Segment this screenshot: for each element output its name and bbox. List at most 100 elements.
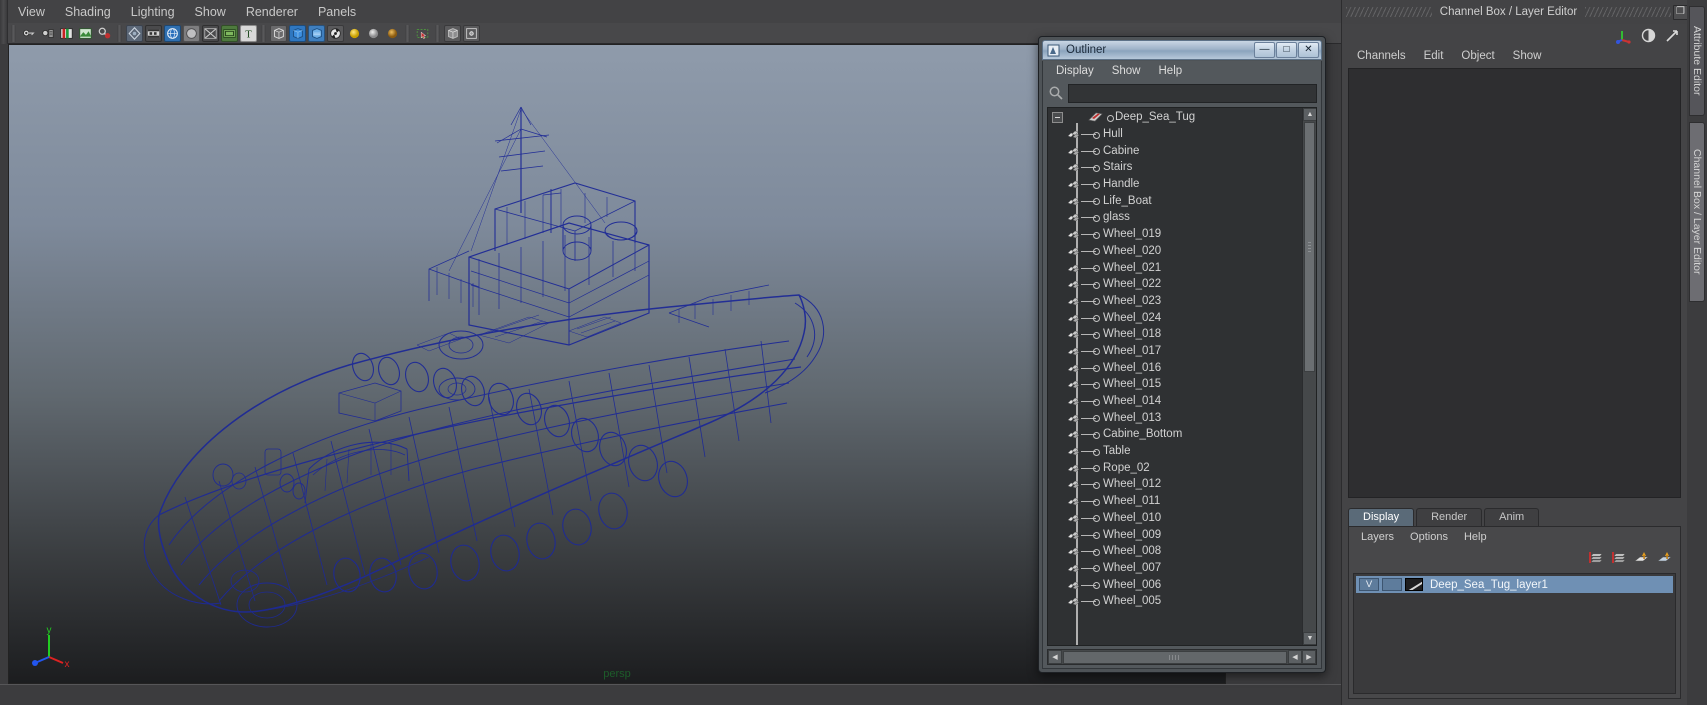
outliner-menu-show[interactable]: Show — [1103, 64, 1150, 78]
channelbox-menu-edit[interactable]: Edit — [1415, 49, 1453, 63]
outliner-item-row[interactable]: Wheel_019 — [1048, 226, 1302, 243]
outliner-horizontal-scrollbar[interactable]: ◀ ◀ ▶ — [1047, 649, 1317, 665]
panel-menu-shading[interactable]: Shading — [55, 3, 121, 21]
outliner-item-row[interactable]: Handle — [1048, 176, 1302, 193]
panel-drag-grip[interactable] — [0, 0, 8, 23]
outliner-item-row[interactable]: Cabine — [1048, 142, 1302, 159]
safe-title-icon[interactable]: T — [240, 24, 257, 42]
select-camera-icon[interactable] — [20, 25, 37, 42]
outliner-tree-container[interactable]: Deep_Sea_Tug Hull Cabine Stairs Handle Life_… — [1047, 107, 1317, 646]
layer-color-swatch[interactable] — [1405, 578, 1423, 591]
layer-menu-options[interactable]: Options — [1402, 530, 1456, 544]
horizontal-scroll-thumb[interactable] — [1063, 650, 1287, 664]
outliner-item-row[interactable]: glass — [1048, 209, 1302, 226]
layer-menu-help[interactable]: Help — [1456, 530, 1495, 544]
use-default-lighting-icon[interactable] — [346, 25, 363, 42]
layer-playback-toggle[interactable] — [1382, 578, 1402, 591]
layer-list[interactable]: V Deep_Sea_Tug_layer1 — [1353, 573, 1676, 694]
outliner-item-row[interactable]: Wheel_024 — [1048, 309, 1302, 326]
layer-name[interactable]: Deep_Sea_Tug_layer1 — [1430, 579, 1548, 591]
outliner-item-row[interactable]: Table — [1048, 443, 1302, 460]
outliner-root-row[interactable]: Deep_Sea_Tug — [1048, 109, 1302, 126]
search-icon[interactable] — [1047, 84, 1065, 102]
shadows-icon[interactable] — [384, 25, 401, 42]
outliner-item-row[interactable]: Wheel_016 — [1048, 359, 1302, 376]
tab-display[interactable]: Display — [1348, 508, 1415, 526]
panel-menu-lighting[interactable]: Lighting — [121, 3, 185, 21]
right-panel-title-bar[interactable]: Channel Box / Layer Editor ❐ ✕ — [1342, 0, 1707, 24]
outliner-vertical-scrollbar[interactable]: ▲ ▼ — [1302, 108, 1316, 645]
outliner-item-row[interactable]: Wheel_010 — [1048, 510, 1302, 527]
outliner-item-row[interactable]: Rope_02 — [1048, 459, 1302, 476]
image-plane-icon[interactable] — [77, 25, 94, 42]
xray-joints-icon[interactable] — [463, 24, 480, 42]
new-layer-icon[interactable] — [1588, 550, 1605, 565]
safe-action-icon[interactable] — [221, 24, 238, 42]
outliner-item-row[interactable]: Wheel_014 — [1048, 393, 1302, 410]
two-d-pan-zoom-icon[interactable] — [96, 25, 113, 42]
outliner-tree[interactable]: Deep_Sea_Tug Hull Cabine Stairs Handle Life_… — [1048, 108, 1302, 645]
isolate-select-icon[interactable] — [414, 25, 431, 42]
scroll-right-button[interactable]: ▶ — [1302, 650, 1316, 664]
outliner-close-button[interactable]: ✕ — [1298, 42, 1319, 58]
move-layer-down-icon[interactable] — [1657, 550, 1674, 565]
panel-menu-renderer[interactable]: Renderer — [236, 3, 308, 21]
grid-display-icon[interactable] — [126, 24, 143, 42]
display-toggle-icon[interactable] — [1640, 27, 1657, 44]
outliner-window[interactable]: Outliner — □ ✕ Display Show Help Deep_Se… — [1038, 36, 1326, 673]
layer-visibility-toggle[interactable]: V — [1359, 578, 1379, 591]
outliner-search-input[interactable] — [1068, 83, 1317, 103]
scroll-down-button[interactable]: ▼ — [1303, 632, 1316, 645]
collapse-expander-icon[interactable] — [1052, 111, 1063, 123]
channelbox-menu-object[interactable]: Object — [1452, 49, 1503, 63]
outliner-item-row[interactable]: Stairs — [1048, 159, 1302, 176]
outliner-item-row[interactable]: Wheel_007 — [1048, 560, 1302, 577]
xray-display-icon[interactable] — [444, 24, 461, 42]
right-panel-undock-button[interactable]: ❐ — [1673, 4, 1689, 20]
outliner-item-row[interactable]: Life_Boat — [1048, 192, 1302, 209]
outliner-item-row[interactable]: Wheel_022 — [1048, 276, 1302, 293]
outliner-item-row[interactable]: Wheel_020 — [1048, 243, 1302, 260]
layer-menu-layers[interactable]: Layers — [1353, 530, 1402, 544]
gate-mask-icon[interactable] — [183, 24, 200, 42]
vertical-scroll-thumb[interactable] — [1304, 122, 1315, 372]
outliner-maximize-button[interactable]: □ — [1276, 42, 1297, 58]
show-manipulator-icon[interactable] — [1616, 27, 1633, 44]
panel-menu-show[interactable]: Show — [185, 3, 236, 21]
panel-drag-hatch-right[interactable] — [1585, 7, 1672, 17]
tab-render[interactable]: Render — [1416, 508, 1483, 526]
tab-anim[interactable]: Anim — [1484, 508, 1540, 526]
outliner-item-row[interactable]: Hull — [1048, 126, 1302, 143]
outliner-item-row[interactable]: Wheel_012 — [1048, 476, 1302, 493]
panel-menu-view[interactable]: View — [8, 3, 55, 21]
outliner-item-row[interactable]: Wheel_008 — [1048, 543, 1302, 560]
hardware-texturing-icon[interactable] — [327, 24, 344, 42]
channelbox-menu-show[interactable]: Show — [1504, 49, 1551, 63]
outliner-item-row[interactable]: Wheel_015 — [1048, 376, 1302, 393]
move-layer-up-icon[interactable] — [1634, 550, 1651, 565]
outliner-item-row[interactable]: Wheel_005 — [1048, 593, 1302, 610]
tab-attribute-editor[interactable]: Attribute Editor — [1689, 6, 1705, 116]
scroll-up-button[interactable]: ▲ — [1303, 108, 1316, 121]
wireframe-shading-icon[interactable] — [270, 24, 287, 42]
smooth-shade-textured-icon[interactable] — [308, 24, 325, 42]
outliner-menu-display[interactable]: Display — [1047, 64, 1103, 78]
outliner-item-row[interactable]: Wheel_011 — [1048, 493, 1302, 510]
outliner-item-row[interactable]: Wheel_006 — [1048, 576, 1302, 593]
smooth-shade-all-icon[interactable] — [289, 24, 306, 42]
outliner-item-row[interactable]: Wheel_017 — [1048, 343, 1302, 360]
channel-box-content[interactable] — [1348, 68, 1681, 498]
scroll-left-button-2[interactable]: ◀ — [1288, 650, 1302, 664]
outliner-menu-help[interactable]: Help — [1150, 64, 1192, 78]
new-layer-from-selected-icon[interactable] — [1611, 550, 1628, 565]
outliner-item-row[interactable]: Wheel_023 — [1048, 293, 1302, 310]
layer-row[interactable]: V Deep_Sea_Tug_layer1 — [1356, 576, 1673, 593]
bookmarks-icon[interactable] — [58, 25, 75, 42]
attribute-editor-icon[interactable] — [1664, 27, 1681, 44]
camera-attributes-icon[interactable] — [39, 25, 56, 42]
outliner-item-row[interactable]: Wheel_018 — [1048, 326, 1302, 343]
resolution-gate-icon[interactable] — [164, 24, 181, 42]
outliner-item-row[interactable]: Wheel_009 — [1048, 526, 1302, 543]
outliner-title-bar[interactable]: Outliner — □ ✕ — [1042, 40, 1322, 60]
toolbar-drag-grip[interactable] — [0, 21, 8, 45]
